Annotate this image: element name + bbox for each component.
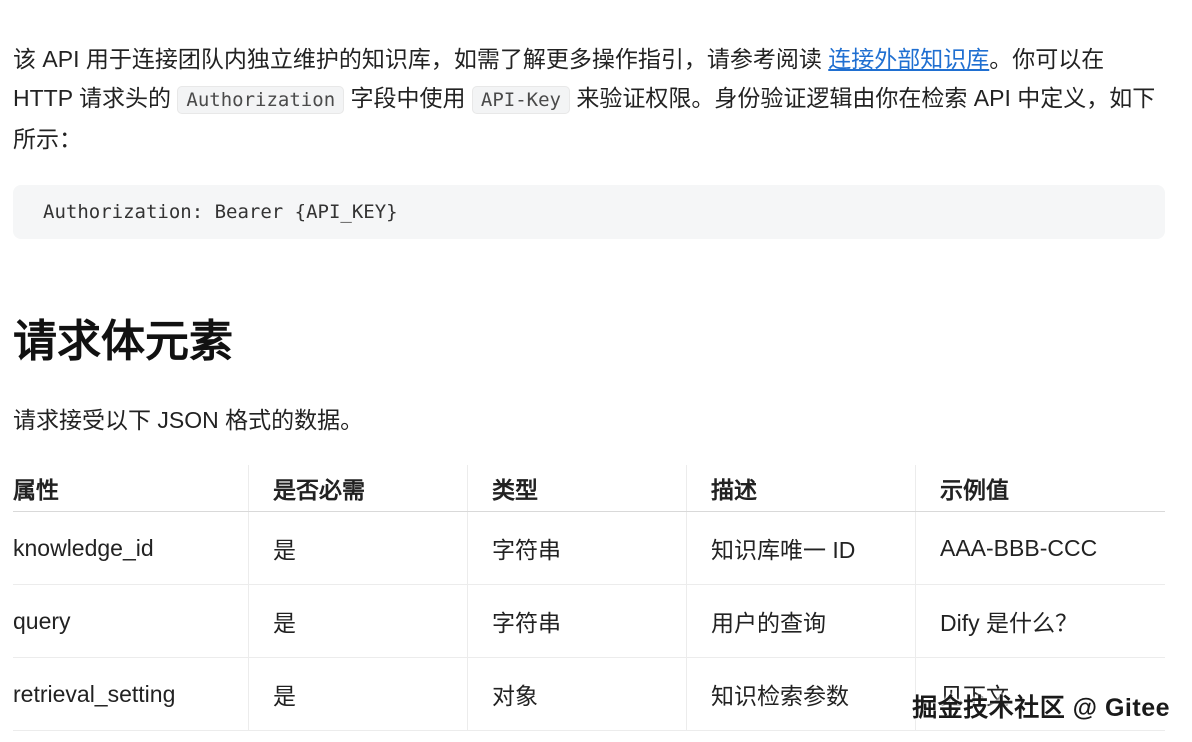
cell-description: 用户的查询 [686, 584, 916, 658]
cell-required: 是 [248, 657, 468, 731]
section-description: 请求接受以下 JSON 格式的数据。 [13, 407, 364, 433]
table-header-row: 属性 是否必需 类型 描述 示例值 [13, 465, 1165, 512]
table-row: query 是 字符串 用户的查询 Dify 是什么？ [13, 584, 1165, 658]
header-type: 类型 [467, 465, 687, 512]
cell-type: 字符串 [467, 511, 687, 585]
section-heading: 请求体元素 [13, 317, 233, 366]
authorization-inline-code: Authorization [177, 86, 345, 114]
cell-description: 知识检索参数 [686, 657, 916, 731]
table-row: knowledge_id 是 字符串 知识库唯一 ID AAA-BBB-CCC [13, 511, 1165, 585]
watermark: 掘金技术社区 @ Gitee [912, 694, 1170, 722]
cell-type: 字符串 [467, 584, 687, 658]
cell-attribute: retrieval_setting [13, 657, 249, 731]
cell-description: 知识库唯一 ID [686, 511, 916, 585]
cell-attribute: knowledge_id [13, 511, 249, 585]
cell-example: AAA-BBB-CCC [915, 511, 1165, 585]
cell-type: 对象 [467, 657, 687, 731]
header-example: 示例值 [915, 465, 1165, 512]
header-description: 描述 [686, 465, 916, 512]
cell-required: 是 [248, 584, 468, 658]
code-block[interactable]: Authorization: Bearer {API_KEY} [13, 185, 1165, 239]
api-key-inline-code: API-Key [471, 86, 570, 114]
cell-attribute: query [13, 584, 249, 658]
header-attribute: 属性 [13, 465, 249, 512]
intro-text-1: 该 API 用于连接团队内独立维护的知识库，如需了解更多操作指引，请参考阅读 [13, 46, 829, 72]
connect-external-kb-link[interactable]: 连接外部知识库 [828, 46, 989, 72]
cell-required: 是 [248, 511, 468, 585]
header-required: 是否必需 [248, 465, 468, 512]
intro-paragraph: 该 API 用于连接团队内独立维护的知识库，如需了解更多操作指引，请参考阅读 连… [13, 40, 1165, 159]
intro-text-3: 字段中使用 [344, 85, 472, 111]
cell-example: Dify 是什么？ [915, 584, 1165, 658]
